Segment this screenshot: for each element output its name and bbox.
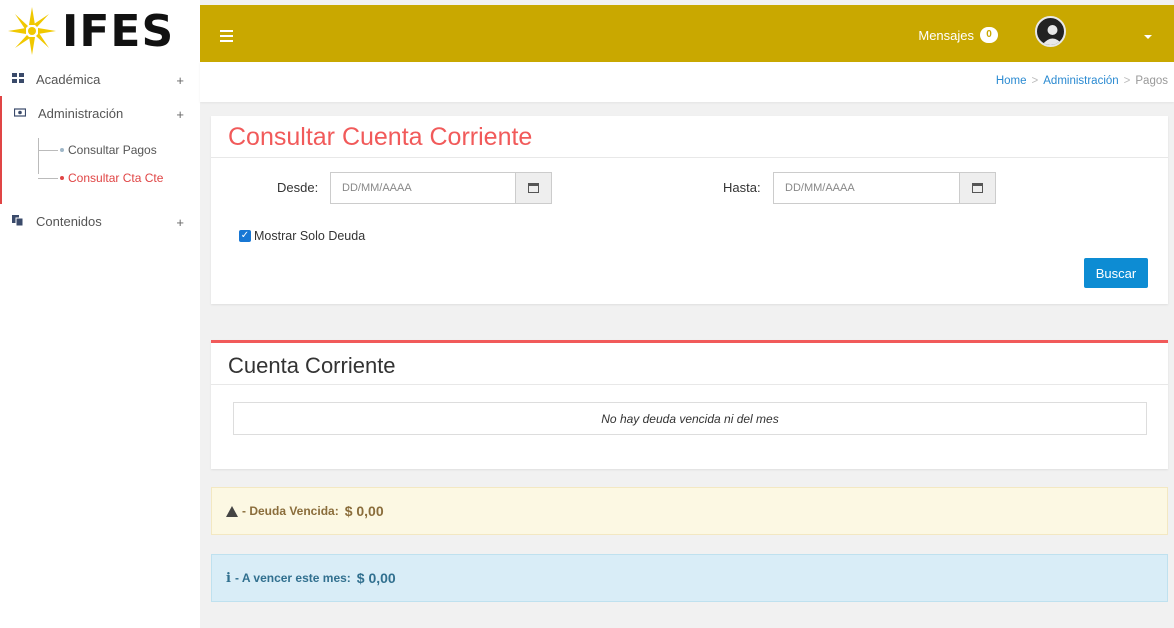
messages-link[interactable]: Mensajes 0 xyxy=(918,27,998,43)
checkbox-checked-icon[interactable]: ✓ xyxy=(239,230,251,242)
bullet-icon xyxy=(60,148,64,152)
sidebar-submenu: Consultar Pagos Consultar Cta Cte xyxy=(2,130,200,204)
sidebar-item-label: Académica xyxy=(36,71,101,87)
copy-icon xyxy=(12,215,24,226)
messages-count-badge: 0 xyxy=(980,27,998,43)
sidebar-subitem-consultar-pagos[interactable]: Consultar Pagos xyxy=(2,136,200,164)
due-label: - A vencer este mes: xyxy=(234,571,351,585)
empty-results-message: No hay deuda vencida ni del mes xyxy=(233,402,1147,435)
sidebar-item-contenidos[interactable]: Contenidos + xyxy=(0,204,200,238)
sidebar-subitem-label: Consultar Pagos xyxy=(68,143,157,157)
breadcrumb-bar: Home > Administración > Pagos xyxy=(200,62,1174,102)
logo[interactable]: IFES xyxy=(0,0,200,62)
results-panel: Cuenta Corriente No hay deuda vencida ni… xyxy=(211,340,1168,469)
expand-plus-icon[interactable]: + xyxy=(176,107,184,122)
sidebar-item-label: Administración xyxy=(38,105,124,121)
expand-plus-icon[interactable]: + xyxy=(176,73,184,88)
user-dropdown-caret-icon[interactable] xyxy=(1144,35,1152,39)
mostrar-solo-deuda-checkbox[interactable]: ✓ Mostrar Solo Deuda xyxy=(239,229,365,243)
logo-star-icon xyxy=(8,7,56,55)
expand-plus-icon[interactable]: + xyxy=(176,215,184,230)
bullet-icon xyxy=(60,176,64,180)
info-icon: i xyxy=(226,570,231,586)
messages-label: Mensajes xyxy=(918,27,974,43)
sidebar-subitem-label: Consultar Cta Cte xyxy=(68,171,164,185)
due-amount: $ 0,00 xyxy=(356,570,396,586)
hasta-date-input[interactable]: DD/MM/AAAA xyxy=(773,172,960,204)
search-panel: Consultar Cuenta Corriente Desde: DD/MM/… xyxy=(211,116,1168,304)
breadcrumb: Home > Administración > Pagos xyxy=(995,75,1168,87)
checkbox-label: Mostrar Solo Deuda xyxy=(254,229,366,243)
hasta-calendar-button[interactable] xyxy=(959,172,996,204)
warning-icon xyxy=(226,505,238,517)
sidebar-group-administracion: Administración + Consultar Pagos Consult… xyxy=(0,96,200,204)
calendar-icon xyxy=(972,183,983,193)
sidebar-item-academica[interactable]: Académica + xyxy=(0,62,200,96)
sidebar-item-administracion[interactable]: Administración + xyxy=(2,96,200,130)
due-this-month-alert: i - A vencer este mes: $ 0,00 xyxy=(211,554,1168,602)
breadcrumb-administracion[interactable]: Administración xyxy=(1043,75,1118,87)
overdue-debt-alert: - Deuda Vencida: $ 0,00 xyxy=(211,487,1168,535)
page-title: Consultar Cuenta Corriente xyxy=(211,116,1168,158)
overdue-amount: $ 0,00 xyxy=(344,503,384,519)
grid-icon xyxy=(12,73,24,83)
desde-calendar-button[interactable] xyxy=(515,172,552,204)
sidebar-subitem-consultar-cta-cte[interactable]: Consultar Cta Cte xyxy=(2,164,200,192)
breadcrumb-home[interactable]: Home xyxy=(996,75,1027,87)
desde-date-input[interactable]: DD/MM/AAAA xyxy=(330,172,516,204)
desde-label: Desde: xyxy=(277,180,319,195)
menu-toggle-icon[interactable] xyxy=(220,30,233,45)
buscar-button[interactable]: Buscar xyxy=(1084,258,1148,288)
user-icon xyxy=(1042,25,1063,45)
overdue-label: - Deuda Vencida: xyxy=(242,504,339,518)
logo-text: IFES xyxy=(62,5,175,57)
results-title: Cuenta Corriente xyxy=(211,343,1168,385)
sidebar-item-label: Contenidos xyxy=(36,213,102,229)
money-icon xyxy=(14,108,26,117)
user-avatar[interactable] xyxy=(1035,16,1066,47)
breadcrumb-current: Pagos xyxy=(1135,75,1168,87)
top-navbar: Mensajes 0 xyxy=(200,5,1174,62)
sidebar: Académica + Administración + Consultar P… xyxy=(0,62,200,628)
calendar-icon xyxy=(528,183,539,193)
hasta-label: Hasta: xyxy=(723,180,761,195)
